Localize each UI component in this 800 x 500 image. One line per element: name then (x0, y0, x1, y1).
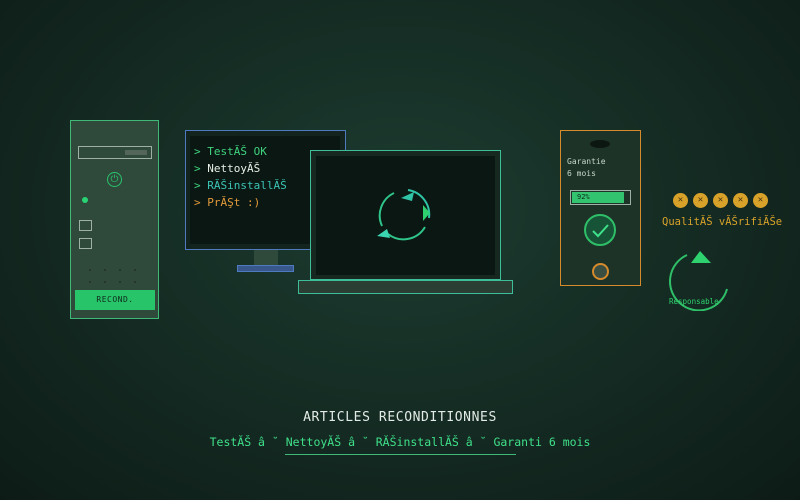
terminal-line: > RĂŠinstallĂŠ (194, 179, 287, 192)
vent-dot (134, 281, 136, 283)
vent-dot (104, 269, 106, 271)
vent-dot (119, 269, 121, 271)
warranty-duration: 6 mois (567, 169, 596, 178)
warranty-label: Garantie (567, 157, 606, 166)
drive-bay (79, 238, 92, 249)
check-icon (584, 214, 616, 246)
recond-button[interactable]: RECOND. (75, 290, 155, 310)
responsible-label: Responsable (669, 297, 719, 306)
star-icon: ✕ (713, 193, 728, 208)
page-title: ARTICLES RECONDITIONNES (303, 410, 497, 425)
page-subtitle: TestĂŠ â ˘ NettoyĂŠ â ˘ RĂŠinstallĂŠ â ˘… (209, 435, 591, 449)
terminal-line: > TestĂŠ OK (194, 145, 267, 158)
vent-dot (89, 269, 91, 271)
terminal-line: > NettoyĂŠ (194, 162, 261, 175)
refresh-icon (377, 189, 431, 241)
monitor-base (237, 265, 294, 272)
vent-dot (89, 281, 91, 283)
terminal-line: > PrĂŞt :) (194, 196, 261, 209)
power-icon[interactable]: ⏻ (107, 172, 122, 187)
star-icon: ✕ (733, 193, 748, 208)
vent-dot (134, 269, 136, 271)
drive-bay (79, 220, 92, 231)
vent-dot (119, 281, 121, 283)
title-underline (285, 454, 516, 455)
home-button[interactable] (592, 263, 609, 280)
star-icon: ✕ (693, 193, 708, 208)
laptop-base (298, 280, 513, 294)
quality-label: QualitĂŠ vĂŠrifiĂŠe (662, 216, 783, 228)
drive-slot (125, 150, 147, 155)
phone-camera (590, 140, 610, 148)
battery-fill: 92% (572, 192, 624, 203)
vent-dot (104, 281, 106, 283)
power-led (82, 197, 88, 203)
star-icon: ✕ (753, 193, 768, 208)
monitor-stand (254, 250, 278, 266)
star-icon: ✕ (673, 193, 688, 208)
